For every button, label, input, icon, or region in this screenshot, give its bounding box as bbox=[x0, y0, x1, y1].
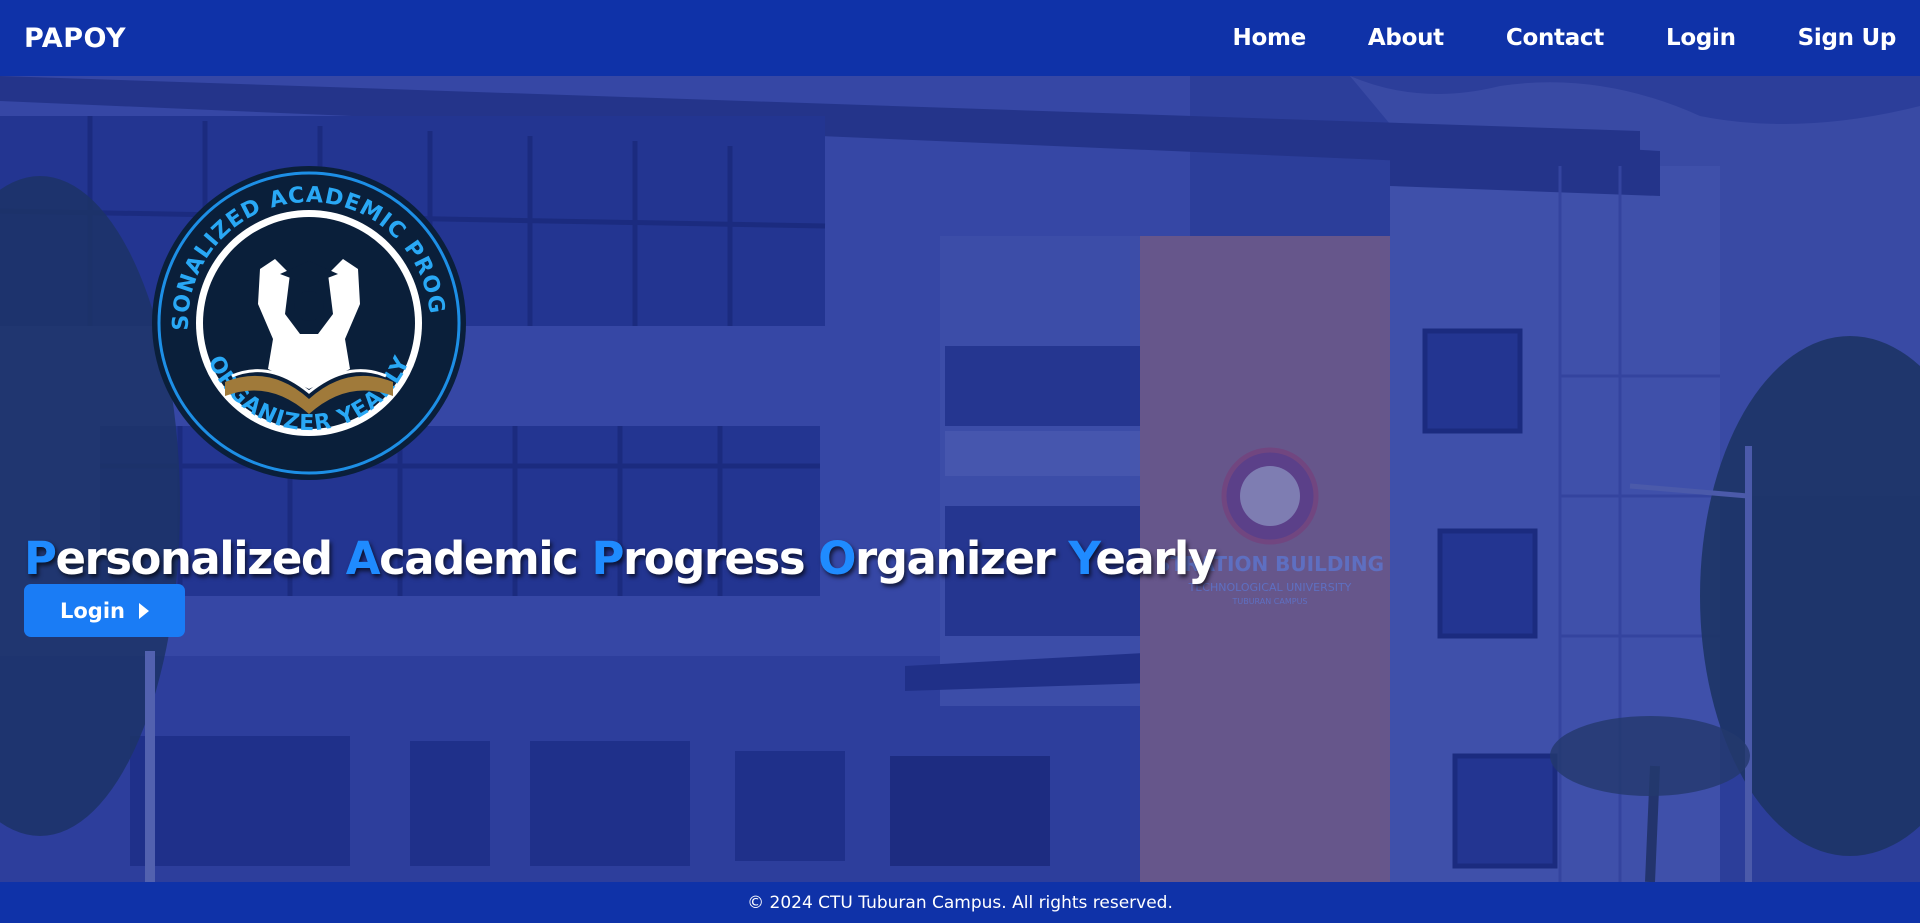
tagline-initial: P bbox=[24, 532, 57, 585]
tagline-initial: O bbox=[818, 532, 856, 585]
nav-link-about[interactable]: About bbox=[1368, 25, 1444, 51]
copyright-text: © 2024 CTU Tuburan Campus. All rights re… bbox=[747, 892, 1173, 913]
tagline-initial: Y bbox=[1068, 532, 1096, 585]
page-footer: © 2024 CTU Tuburan Campus. All rights re… bbox=[0, 882, 1920, 923]
tagline-word: ersonalized bbox=[55, 532, 333, 585]
hero-section: STRATION BUILDING TECHNOLOGICAL UNIVERSI… bbox=[0, 76, 1920, 882]
hero-login-label: Login bbox=[60, 598, 125, 623]
brand-logo-text[interactable]: PAPOY bbox=[24, 23, 126, 54]
nav-link-login[interactable]: Login bbox=[1666, 25, 1736, 51]
tagline-word: rogress bbox=[623, 532, 806, 585]
tagline-initial: P bbox=[591, 532, 625, 585]
tagline-word: early bbox=[1095, 532, 1217, 585]
nav-link-home[interactable]: Home bbox=[1233, 25, 1307, 51]
caret-right-icon bbox=[139, 602, 149, 619]
nav-links: Home About Contact Login Sign Up bbox=[1171, 25, 1897, 51]
nav-link-sign-up[interactable]: Sign Up bbox=[1798, 25, 1897, 51]
nav-link-contact[interactable]: Contact bbox=[1506, 25, 1604, 51]
tagline-word: rganizer bbox=[855, 532, 1056, 585]
hero-tagline: Personalized Academic Progress Organizer… bbox=[24, 532, 1217, 585]
tagline-word: cademic bbox=[379, 532, 579, 585]
top-navbar: PAPOY Home About Contact Login Sign Up bbox=[0, 0, 1920, 76]
tagline-initial: A bbox=[345, 532, 381, 585]
papoy-emblem-logo: PERSONALIZED ACADEMIC PROGRESS ORGANIZER… bbox=[150, 164, 466, 480]
hero-login-button[interactable]: Login bbox=[24, 584, 185, 637]
